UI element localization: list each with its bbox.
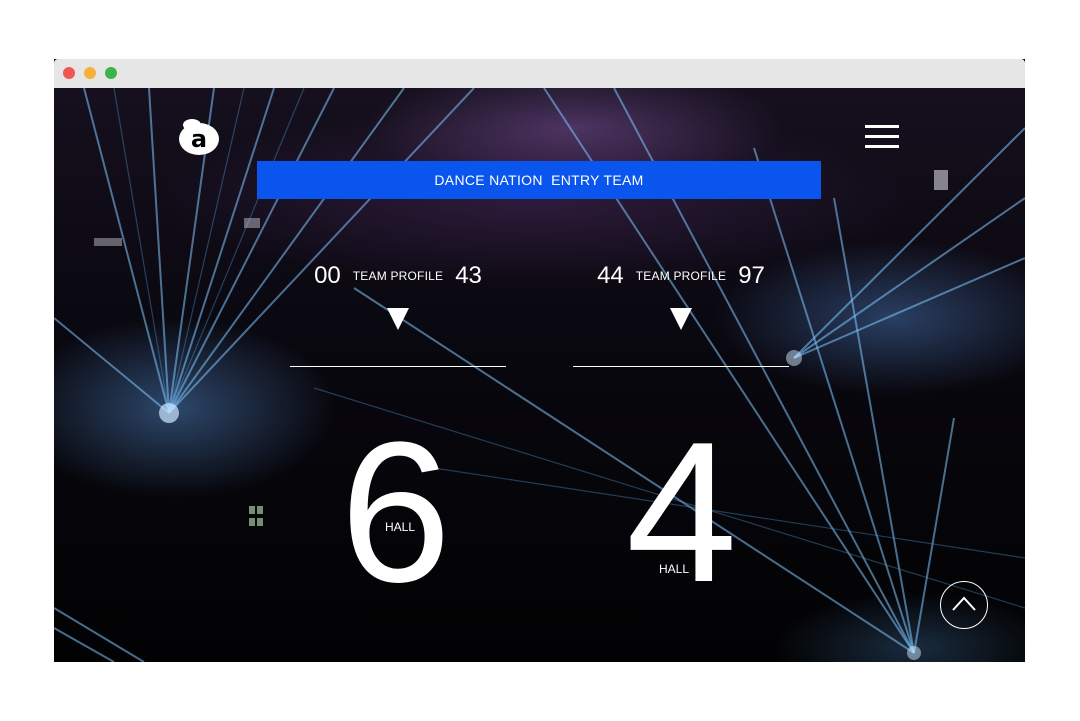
hall-number-4: 4: [626, 401, 738, 624]
team-profile-range-2[interactable]: 44 TEAM PROFILE 97: [573, 258, 789, 294]
chevron-up-icon: [952, 596, 976, 611]
hamburger-menu-icon[interactable]: [865, 125, 899, 151]
menu-line: [865, 125, 899, 128]
range-start: 44: [597, 262, 624, 289]
range-label: TEAM PROFILE: [635, 269, 727, 283]
browser-window: a DANCE NATION ENTRY TEAM 00 TEAM PROFIL…: [54, 59, 1025, 662]
svg-text:a: a: [191, 125, 207, 153]
range-end: 43: [455, 262, 482, 289]
maximize-window-button[interactable]: [105, 67, 117, 79]
team-profile-range-1[interactable]: 00 TEAM PROFILE 43: [290, 258, 506, 294]
range-end: 97: [738, 262, 765, 289]
range-label: TEAM PROFILE: [352, 269, 444, 283]
brand-logo-icon[interactable]: a: [178, 117, 222, 157]
hall-number-6: 6: [340, 401, 452, 624]
divider: [573, 366, 789, 367]
close-window-button[interactable]: [63, 67, 75, 79]
menu-line: [865, 145, 899, 148]
entry-team-banner[interactable]: DANCE NATION ENTRY TEAM: [257, 161, 821, 199]
hall-label-1: HALL: [385, 520, 416, 534]
minimize-window-button[interactable]: [84, 67, 96, 79]
hero-section: a DANCE NATION ENTRY TEAM 00 TEAM PROFIL…: [54, 88, 1025, 662]
range-start: 00: [314, 262, 341, 289]
browser-titlebar: [54, 59, 1025, 88]
menu-line: [865, 135, 899, 138]
triangle-down-icon[interactable]: [670, 308, 692, 330]
hall-label-2: HALL: [659, 562, 690, 576]
divider: [290, 366, 506, 367]
triangle-down-icon[interactable]: [387, 308, 409, 330]
scroll-to-top-button[interactable]: [940, 581, 988, 629]
